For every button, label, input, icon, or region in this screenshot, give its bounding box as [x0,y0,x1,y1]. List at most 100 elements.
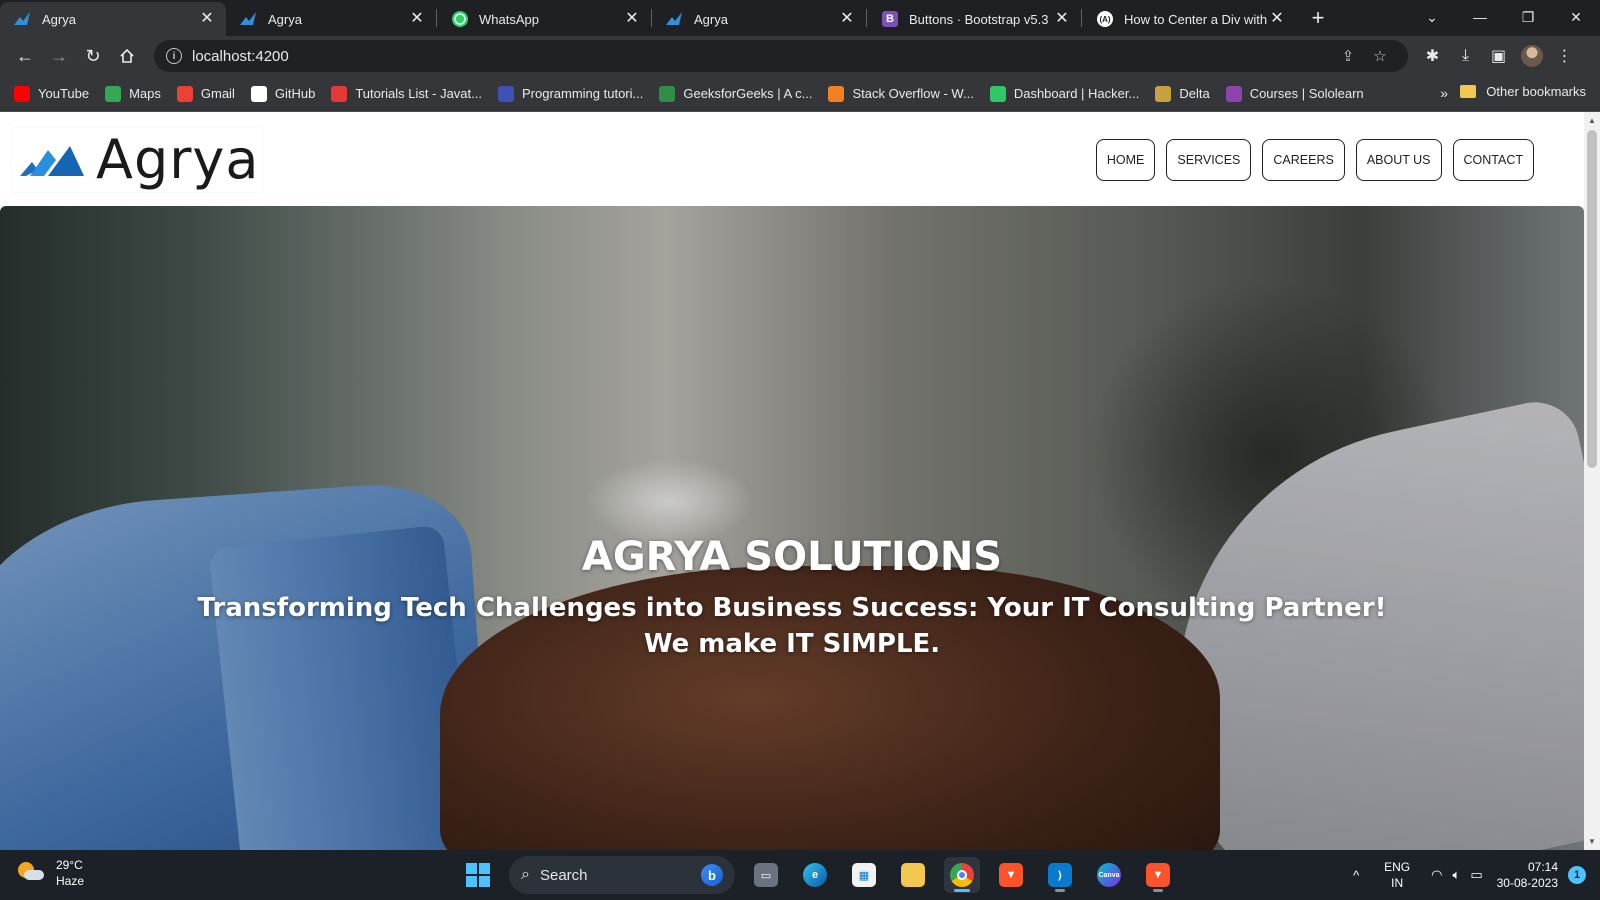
nav-home-button[interactable]: HOME [1095,139,1156,181]
maps-icon [105,85,122,102]
new-tab-button[interactable]: + [1302,2,1334,34]
address-text[interactable]: localhost:4200 [192,48,1332,65]
tab-search-icon[interactable]: ⌄ [1408,9,1456,26]
clock-date: 30-08-2023 [1496,876,1558,890]
bookmark-label: Courses | Sololearn [1249,86,1364,101]
bookmark-item[interactable]: Programming tutori... [497,85,644,102]
more-bookmarks-button[interactable]: » [1440,85,1448,101]
bookmark-star-icon[interactable]: ☆ [1364,47,1396,65]
hero-subtitle-line-1: Transforming Tech Challenges into Busine… [197,593,1387,623]
nav-services-button[interactable]: SERVICES [1166,139,1252,181]
bookmark-item[interactable]: Gmail [176,85,235,102]
tab-whatsapp[interactable]: WhatsApp ✕ [437,2,651,36]
language-indicator[interactable]: ENG IN [1371,859,1423,891]
profile-button[interactable] [1515,40,1548,72]
bookmark-item[interactable]: Dashboard | Hacker... [989,85,1139,102]
restore-icon[interactable]: ❐ [1504,9,1552,26]
close-tab-icon[interactable]: ✕ [408,10,426,28]
taskbar-search[interactable]: ⌕ Search b [509,856,735,894]
site-logo[interactable]: Agrya [12,128,262,192]
brave-icon: ▼ [1146,863,1170,887]
canva-button[interactable]: Canva [1091,857,1127,893]
brave-alt-button[interactable]: ▼ [1140,857,1176,893]
close-tab-icon[interactable]: ✕ [1053,10,1071,28]
page-scrollbar[interactable]: ▲ ▼ [1584,112,1600,850]
scroll-up-icon[interactable]: ▲ [1584,116,1600,125]
site-info-icon[interactable]: i [166,48,182,64]
window-controls: ⌄ — ❐ ✕ [1408,0,1600,34]
menu-kebab-icon[interactable]: ⋮ [1548,40,1581,72]
logo-wordmark: Agrya [96,128,260,191]
nav-contact-button[interactable]: CONTACT [1452,139,1534,181]
close-tab-icon[interactable]: ✕ [838,10,856,28]
bookmark-item[interactable]: GitHub [250,85,315,102]
toolbar-actions: ✱ ⤓ ▣ ⋮ [1416,40,1581,72]
quick-settings[interactable]: ◠ 🔈︎ ▭ [1431,867,1482,883]
brave-button[interactable]: ▼ [993,857,1029,893]
close-window-icon[interactable]: ✕ [1552,9,1600,26]
clock[interactable]: 07:14 30-08-2023 [1497,859,1558,891]
forward-button[interactable]: → [42,39,76,73]
other-bookmarks-label: Other bookmarks [1486,84,1586,99]
page-viewport: Agrya HOME SERVICES CAREERS ABOUT US CON… [0,112,1600,850]
bing-icon[interactable]: b [701,864,723,886]
tab-center-div[interactable]: (A) How to Center a Div with C ✕ [1082,2,1296,36]
tab-agrya-3[interactable]: Agrya ✕ [652,2,866,36]
tab-title: WhatsApp [479,11,539,27]
download-icon[interactable]: ⤓ [1449,40,1482,72]
weather-description: Haze [56,874,85,888]
back-button[interactable]: ← [8,39,42,73]
bookmark-label: Programming tutori... [521,86,644,101]
reload-button[interactable]: ↻ [76,39,110,73]
tab-agrya-2[interactable]: Agrya ✕ [226,2,436,36]
scroll-down-icon[interactable]: ▼ [1584,837,1600,846]
bookmark-label: YouTube [38,86,90,101]
nav-about-button[interactable]: ABOUT US [1355,139,1442,181]
site-header: Agrya HOME SERVICES CAREERS ABOUT US CON… [0,112,1584,206]
other-bookmarks-button[interactable]: Other bookmarks [1460,84,1586,99]
brave-icon: ▼ [999,863,1023,887]
close-tab-icon[interactable]: ✕ [623,10,641,28]
close-tab-icon[interactable]: ✕ [198,10,216,28]
nav-careers-button[interactable]: CAREERS [1262,139,1345,181]
close-tab-icon[interactable]: ✕ [1268,10,1286,28]
side-panel-icon[interactable]: ▣ [1482,40,1515,72]
browser-toolbar: ← → ↻ i localhost:4200 ⇪ ☆ ✱ ⤓ ▣ ⋮ [0,36,1600,76]
store-button[interactable]: ▦ [846,857,882,893]
scroll-thumb[interactable] [1587,130,1597,468]
vscode-button[interactable]: ⟩ [1042,857,1078,893]
tab-title: Agrya [268,11,302,27]
windows-taskbar: 29°C Haze ⌕ Search b ▭ e ▦ ▼ ⟩ Canva ▼ ^… [0,850,1600,900]
notification-badge[interactable]: 1 [1568,866,1586,884]
bookmark-item[interactable]: Stack Overflow - W... [828,85,974,102]
home-button[interactable] [110,39,144,73]
edge-button[interactable]: e [797,857,833,893]
bookmark-item[interactable]: GeeksforGeeks | A c... [659,85,812,102]
delta-icon [1155,85,1172,102]
tab-bootstrap[interactable]: B Buttons · Bootstrap v5.3 ✕ [867,2,1081,36]
bookmark-item[interactable]: Tutorials List - Javat... [331,85,482,102]
bookmark-label: Maps [129,86,161,101]
share-icon[interactable]: ⇪ [1332,47,1364,65]
main-nav: HOME SERVICES CAREERS ABOUT US CONTACT [1095,139,1534,181]
start-button[interactable] [460,857,496,893]
minimize-icon[interactable]: — [1456,9,1504,25]
bookmark-item[interactable]: Delta [1155,85,1210,102]
chrome-button[interactable] [944,857,980,893]
weather-haze-icon [18,862,44,884]
bookmark-item[interactable]: Maps [105,85,161,102]
tab-agrya-1[interactable]: Agrya ✕ [0,2,226,36]
tab-title: Buttons · Bootstrap v5.3 [909,11,1049,27]
bookmark-item[interactable]: Courses | Sololearn [1225,85,1364,102]
weather-widget[interactable]: 29°C Haze [18,857,84,889]
weather-temperature: 29°C [56,858,83,872]
task-view-button[interactable]: ▭ [748,857,784,893]
extensions-icon[interactable]: ✱ [1416,40,1449,72]
show-hidden-icons-icon[interactable]: ^ [1341,868,1371,883]
folder-icon [901,863,925,887]
home-icon [120,48,134,63]
file-explorer-button[interactable] [895,857,931,893]
youtube-icon [14,85,30,102]
address-bar[interactable]: i localhost:4200 ⇪ ☆ [154,40,1408,72]
bookmark-item[interactable]: YouTube [14,85,90,102]
